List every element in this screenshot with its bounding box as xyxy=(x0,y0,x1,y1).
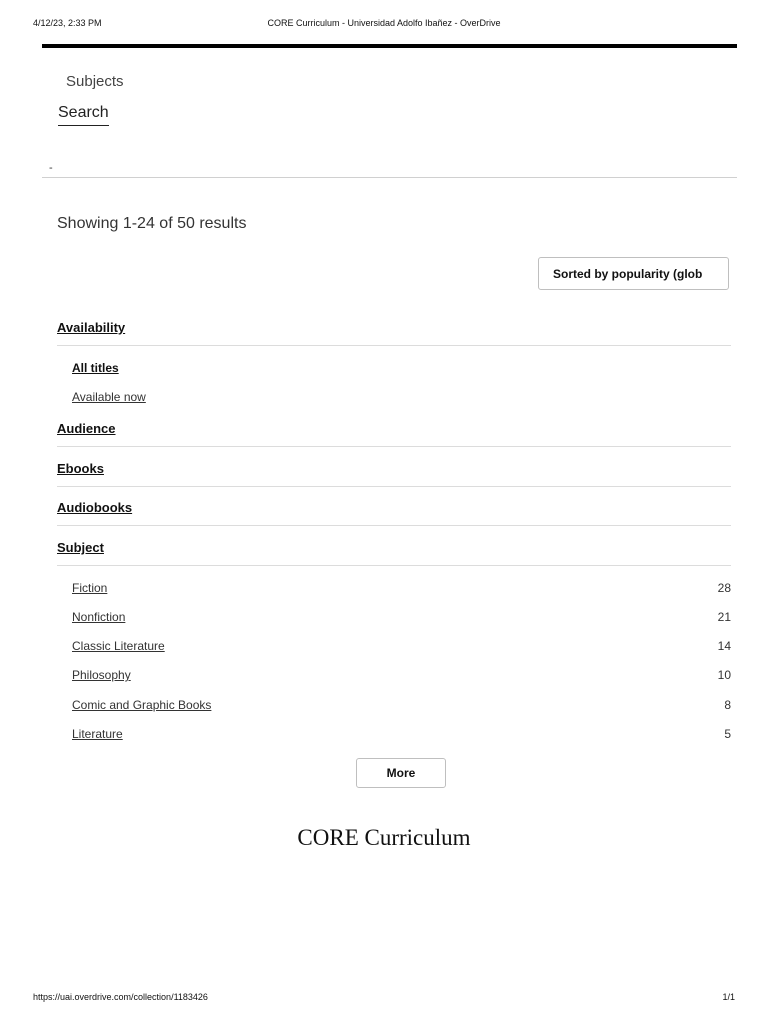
availability-option-available-now[interactable]: Available now xyxy=(72,390,146,404)
print-page-title: CORE Curriculum - Universidad Adolfo Iba… xyxy=(267,18,501,28)
subject-item-nonfiction[interactable]: Nonfiction xyxy=(72,610,125,624)
subjects-menu[interactable]: Subjects xyxy=(66,73,124,90)
availability-option-all-titles[interactable]: All titles xyxy=(72,361,119,375)
facet-divider xyxy=(57,525,731,526)
header-bar xyxy=(42,44,737,48)
header-divider xyxy=(42,177,737,178)
facet-divider xyxy=(57,345,731,346)
facet-divider xyxy=(57,565,731,566)
facet-ebooks[interactable]: Ebooks xyxy=(57,461,104,476)
subject-item-classic-literature[interactable]: Classic Literature xyxy=(72,639,165,653)
subject-count: 8 xyxy=(724,698,731,712)
subject-item-comic-and-graphic-books[interactable]: Comic and Graphic Books xyxy=(72,698,211,712)
search-link[interactable]: Search xyxy=(58,103,109,126)
facet-availability[interactable]: Availability xyxy=(57,320,125,335)
facet-audiobooks[interactable]: Audiobooks xyxy=(57,500,132,515)
facet-divider xyxy=(57,446,731,447)
subject-count: 14 xyxy=(717,639,731,653)
print-url: https://uai.overdrive.com/collection/118… xyxy=(33,992,208,1002)
results-count: Showing 1-24 of 50 results xyxy=(57,215,247,232)
more-button[interactable]: More xyxy=(356,758,446,788)
sort-dropdown[interactable]: Sorted by popularity (glob xyxy=(538,257,729,290)
subject-count: 5 xyxy=(724,727,731,741)
facet-audience[interactable]: Audience xyxy=(57,421,116,436)
dash-separator: - xyxy=(49,162,53,174)
subject-count: 21 xyxy=(717,610,731,624)
subject-item-fiction[interactable]: Fiction xyxy=(72,581,107,595)
collection-title: CORE Curriculum xyxy=(297,825,471,850)
facet-divider xyxy=(57,486,731,487)
subject-count: 28 xyxy=(717,581,731,595)
facet-subject[interactable]: Subject xyxy=(57,540,104,555)
subject-item-philosophy[interactable]: Philosophy xyxy=(72,668,131,682)
subject-count: 10 xyxy=(717,668,731,682)
subject-item-literature[interactable]: Literature xyxy=(72,727,123,741)
print-page-number: 1/1 xyxy=(722,992,735,1002)
print-footer: https://uai.overdrive.com/collection/118… xyxy=(33,992,735,1006)
print-header: 4/12/23, 2:33 PM CORE Curriculum - Unive… xyxy=(33,18,735,32)
